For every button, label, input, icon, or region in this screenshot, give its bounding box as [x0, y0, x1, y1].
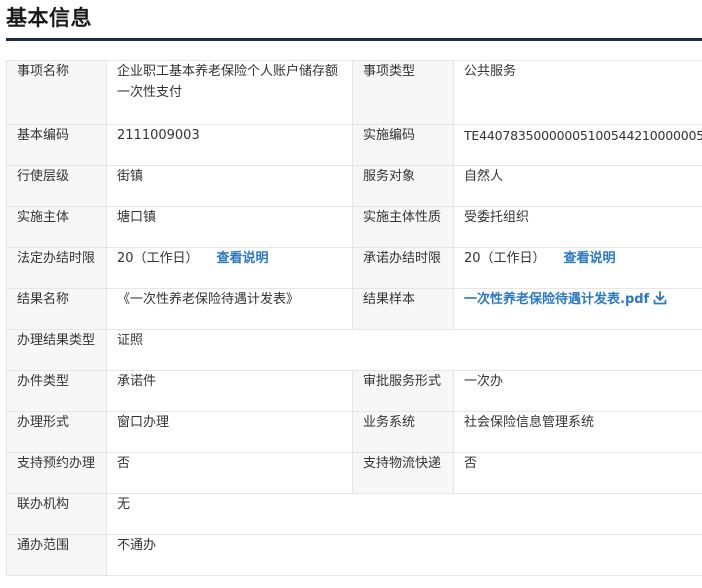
result-sample-cell: 一次性养老保险待遇计发表.pdf [453, 288, 702, 330]
legal-limit-label: 法定办结时限 [6, 247, 107, 289]
approval-form-value: 一次办 [453, 370, 702, 412]
table-row: 通办范围 不通办 [6, 534, 702, 576]
approval-form-label: 审批服务形式 [352, 370, 454, 412]
table-row: 法定办结时限 20（工作日） 查看说明 承诺办结时限 20（工作日） 查看说明 [6, 247, 702, 289]
case-type-label: 办件类型 [6, 370, 107, 412]
result-sample-pdf-link[interactable]: 一次性养老保险待遇计发表.pdf [464, 292, 649, 307]
basic-info-panel: 基本信息 事项名称 企业职工基本养老保险个人账户储存额一次性支付 事项类型 公共… [0, 0, 702, 588]
legal-limit-cell: 20（工作日） 查看说明 [106, 247, 353, 289]
handle-form-label: 办理形式 [6, 411, 107, 453]
subject-value: 塘口镇 [106, 206, 353, 248]
appointment-label: 支持预约办理 [6, 452, 107, 494]
impl-code-value: TE440783500000051005442100000050 [453, 124, 702, 166]
promise-limit-cell: 20（工作日） 查看说明 [453, 247, 702, 289]
level-value: 街镇 [106, 165, 353, 207]
impl-code-text: TE440783500000051005442100000050 [464, 128, 702, 143]
case-type-value: 承诺件 [106, 370, 353, 412]
basic-code-label: 基本编码 [6, 124, 107, 166]
promise-limit-explain-link[interactable]: 查看说明 [564, 251, 616, 266]
result-type-label: 办理结果类型 [6, 329, 107, 371]
legal-limit-value: 20（工作日） [117, 251, 199, 266]
level-label: 行使层级 [6, 165, 107, 207]
subject-nature-value: 受委托组织 [453, 206, 702, 248]
logistics-value: 否 [453, 452, 702, 494]
legal-limit-explain-link[interactable]: 查看说明 [217, 251, 269, 266]
table-row: 事项名称 企业职工基本养老保险个人账户储存额一次性支付 事项类型 公共服务 [6, 60, 702, 125]
scope-label: 通办范围 [6, 534, 107, 576]
item-type-label: 事项类型 [352, 60, 454, 125]
logistics-label: 支持物流快递 [352, 452, 454, 494]
basic-code-value: 2111009003 [106, 124, 353, 166]
basic-info-table: 事项名称 企业职工基本养老保险个人账户储存额一次性支付 事项类型 公共服务 基本… [6, 60, 702, 576]
result-name-value: 《一次性养老保险待遇计发表》 [106, 288, 353, 330]
table-row: 联办机构 无 [6, 493, 702, 535]
promise-limit-label: 承诺办结时限 [352, 247, 454, 289]
joint-org-label: 联办机构 [6, 493, 107, 535]
impl-code-label: 实施编码 [352, 124, 454, 166]
scope-value: 不通办 [106, 534, 702, 576]
promise-limit-value: 20（工作日） [464, 251, 546, 266]
result-type-value: 证照 [106, 329, 702, 371]
table-row: 办理形式 窗口办理 业务系统 社会保险信息管理系统 [6, 411, 702, 453]
result-sample-label: 结果样本 [352, 288, 454, 330]
table-row: 办理结果类型 证照 [6, 329, 702, 371]
business-system-value: 社会保险信息管理系统 [453, 411, 702, 453]
target-label: 服务对象 [352, 165, 454, 207]
download-icon[interactable] [653, 291, 667, 312]
table-row: 实施主体 塘口镇 实施主体性质 受委托组织 [6, 206, 702, 248]
appointment-value: 否 [106, 452, 353, 494]
joint-org-value: 无 [106, 493, 702, 535]
page-title: 基本信息 [6, 6, 92, 30]
item-name-label: 事项名称 [6, 60, 107, 125]
subject-label: 实施主体 [6, 206, 107, 248]
table-row: 行使层级 街镇 服务对象 自然人 [6, 165, 702, 207]
business-system-label: 业务系统 [352, 411, 454, 453]
item-type-value: 公共服务 [453, 60, 702, 125]
handle-form-value: 窗口办理 [106, 411, 353, 453]
item-name-value: 企业职工基本养老保险个人账户储存额一次性支付 [106, 60, 353, 125]
subject-nature-label: 实施主体性质 [352, 206, 454, 248]
table-row: 支持预约办理 否 支持物流快递 否 [6, 452, 702, 494]
table-row: 结果名称 《一次性养老保险待遇计发表》 结果样本 一次性养老保险待遇计发表.pd… [6, 288, 702, 330]
table-row: 办件类型 承诺件 审批服务形式 一次办 [6, 370, 702, 412]
table-row: 基本编码 2111009003 实施编码 TE44078350000005100… [6, 124, 702, 166]
result-name-label: 结果名称 [6, 288, 107, 330]
title-underline [6, 38, 702, 41]
target-value: 自然人 [453, 165, 702, 207]
